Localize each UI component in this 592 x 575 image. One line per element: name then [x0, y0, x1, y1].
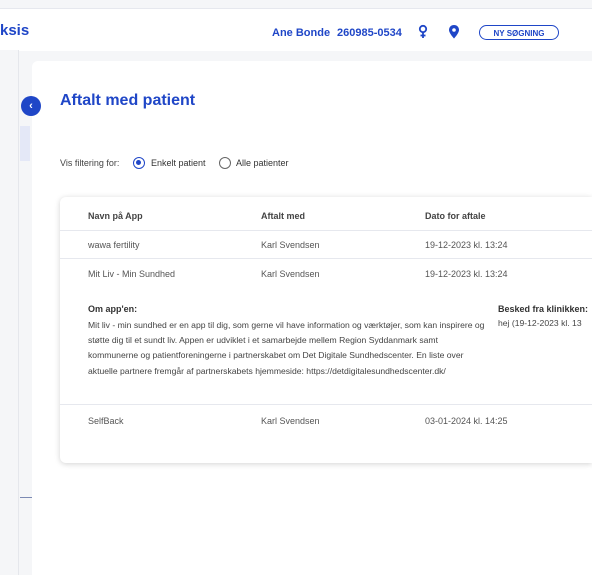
map-pin-icon[interactable]	[447, 24, 461, 40]
about-app-text: Mit liv - min sundhed er en app til dig,…	[88, 320, 485, 376]
brand-title: ksis	[0, 22, 30, 39]
sidebar-selected-item[interactable]	[20, 126, 30, 161]
radio-label-alle-patienter[interactable]: Alle patienter	[236, 158, 289, 168]
page-title: Aftalt med patient	[60, 92, 196, 109]
cell-app: wawa fertility	[88, 240, 140, 250]
about-app-title: Om app'en:	[88, 304, 138, 314]
column-header-date[interactable]: Dato for aftale	[425, 211, 486, 221]
cell-date: 19-12-2023 kl. 13:24	[425, 269, 508, 279]
side-rail	[0, 50, 18, 575]
cell-date: 19-12-2023 kl. 13:24	[425, 240, 508, 250]
cell-agreed-with: Karl Svendsen	[261, 240, 320, 250]
new-search-button[interactable]: NY SØGNING	[479, 25, 559, 40]
cell-date: 03-01-2024 kl. 14:25	[425, 416, 508, 426]
column-header-app[interactable]: Navn på App	[88, 211, 143, 221]
rail-divider	[18, 50, 19, 575]
cell-agreed-with: Karl Svendsen	[261, 269, 320, 279]
cell-agreed-with: Karl Svendsen	[261, 416, 320, 426]
filter-label: Vis filtering for:	[60, 158, 120, 168]
radio-label-enkelt-patient[interactable]: Enkelt patient	[151, 158, 206, 168]
cell-app: SelfBack	[88, 416, 124, 426]
patient-name: Ane Bonde	[272, 27, 331, 39]
top-bar: ksis Ane Bonde 260985-0534 NY SØGNING	[0, 8, 592, 51]
clinic-message-title: Besked fra klinikken:	[498, 304, 589, 314]
chevron-left-icon[interactable]: ‹	[21, 96, 41, 116]
sidebar-divider	[20, 497, 32, 498]
column-header-agreed-with[interactable]: Aftalt med	[261, 211, 305, 221]
clinic-message-text: hej (19-12-2023 kl. 13	[498, 318, 582, 328]
cell-app: Mit Liv - Min Sundhed	[88, 269, 176, 279]
patient-cpr: 260985-0534	[337, 27, 402, 39]
radio-enkelt-patient[interactable]	[133, 157, 145, 169]
female-symbol-icon[interactable]	[416, 24, 430, 40]
radio-alle-patienter[interactable]	[219, 157, 231, 169]
table-row[interactable]	[60, 405, 592, 432]
